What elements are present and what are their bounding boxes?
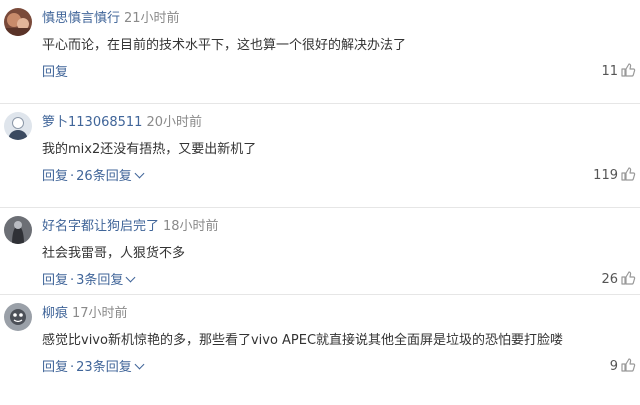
comment-time: 21小时前 bbox=[124, 11, 180, 26]
reply-button[interactable]: 回复 bbox=[42, 360, 68, 375]
username-link[interactable]: 好名字都让狗启完了 bbox=[42, 219, 159, 234]
like-button[interactable]: 119 bbox=[593, 166, 636, 186]
comment-text: 我的mix2还没有捂热，又要出新机了 bbox=[42, 142, 257, 157]
comment-time: 18小时前 bbox=[163, 219, 219, 234]
separator: · bbox=[70, 273, 75, 288]
avatar-photo-icon bbox=[4, 303, 32, 331]
username-link[interactable]: 柳痕 bbox=[42, 306, 68, 321]
comment-actions: 回复 · 26条回复 bbox=[42, 168, 145, 186]
comment-text: 平心而论，在目前的技术水平下，这也算一个很好的解决办法了 bbox=[42, 38, 407, 53]
comment-actions: 回复 bbox=[42, 64, 68, 82]
view-replies-button[interactable]: 23条回复 bbox=[76, 359, 145, 375]
reply-count-label: 23条回复 bbox=[76, 360, 132, 375]
separator: · bbox=[70, 360, 75, 375]
like-count: 26 bbox=[601, 272, 618, 287]
reply-button[interactable]: 回复 bbox=[42, 65, 68, 80]
thumbs-up-icon bbox=[621, 270, 636, 285]
comment-item: 柳痕 17小时前 感觉比vivo新机惊艳的多，那些看了vivo APEC就直接说其… bbox=[0, 295, 640, 405]
user-avatar[interactable] bbox=[4, 303, 32, 331]
comment-meta: 箩卜113068511 20小时前 bbox=[42, 114, 202, 132]
comment-item: 箩卜113068511 20小时前 我的mix2还没有捂热，又要出新机了 回复 · 2… bbox=[0, 104, 640, 208]
view-replies-button[interactable]: 3条回复 bbox=[76, 272, 136, 288]
username-link[interactable]: 慎思慎言慎行 bbox=[42, 11, 120, 26]
like-button[interactable]: 26 bbox=[601, 270, 636, 290]
reply-count-label: 26条回复 bbox=[76, 169, 132, 184]
comment-text: 感觉比vivo新机惊艳的多，那些看了vivo APEC就直接说其他全面屏是垃圾的… bbox=[42, 333, 564, 348]
like-button[interactable]: 9 bbox=[610, 357, 636, 377]
chevron-down-icon bbox=[134, 359, 145, 370]
user-avatar[interactable] bbox=[4, 8, 32, 36]
comment-time: 20小时前 bbox=[146, 115, 202, 130]
like-count: 119 bbox=[593, 168, 618, 183]
view-replies-button[interactable]: 26条回复 bbox=[76, 168, 145, 184]
avatar-photo-icon bbox=[4, 216, 32, 244]
comment-meta: 柳痕 17小时前 bbox=[42, 305, 128, 323]
user-avatar[interactable] bbox=[4, 216, 32, 244]
reply-button[interactable]: 回复 bbox=[42, 273, 68, 288]
avatar-person-icon bbox=[4, 112, 32, 140]
chevron-down-icon bbox=[134, 168, 145, 179]
thumbs-up-icon bbox=[621, 357, 636, 372]
username-link[interactable]: 箩卜113068511 bbox=[42, 115, 142, 130]
user-avatar[interactable] bbox=[4, 112, 32, 140]
comment-item: 慎思慎言慎行 21小时前 平心而论，在目前的技术水平下，这也算一个很好的解决办法了… bbox=[0, 0, 640, 104]
thumbs-up-icon bbox=[621, 166, 636, 181]
comment-meta: 好名字都让狗启完了 18小时前 bbox=[42, 218, 219, 236]
chevron-down-icon bbox=[125, 272, 136, 283]
thumbs-up-icon bbox=[621, 62, 636, 77]
separator: · bbox=[70, 169, 75, 184]
like-count: 9 bbox=[609, 359, 618, 374]
comment-list: 慎思慎言慎行 21小时前 平心而论，在目前的技术水平下，这也算一个很好的解决办法了… bbox=[0, 0, 640, 405]
comment-actions: 回复 · 23条回复 bbox=[42, 359, 145, 377]
comment-time: 17小时前 bbox=[72, 306, 128, 321]
comment-actions: 回复 · 3条回复 bbox=[42, 272, 136, 290]
like-count: 11 bbox=[601, 64, 618, 79]
comment-meta: 慎思慎言慎行 21小时前 bbox=[42, 10, 180, 28]
reply-count-label: 3条回复 bbox=[76, 273, 124, 288]
like-button[interactable]: 11 bbox=[601, 62, 636, 82]
avatar-photo-icon bbox=[4, 8, 32, 36]
comment-text: 社会我雷哥，人狠货不多 bbox=[42, 246, 186, 261]
comment-item: 好名字都让狗启完了 18小时前 社会我雷哥，人狠货不多 回复 · 3条回复 26 bbox=[0, 208, 640, 295]
reply-button[interactable]: 回复 bbox=[42, 169, 68, 184]
